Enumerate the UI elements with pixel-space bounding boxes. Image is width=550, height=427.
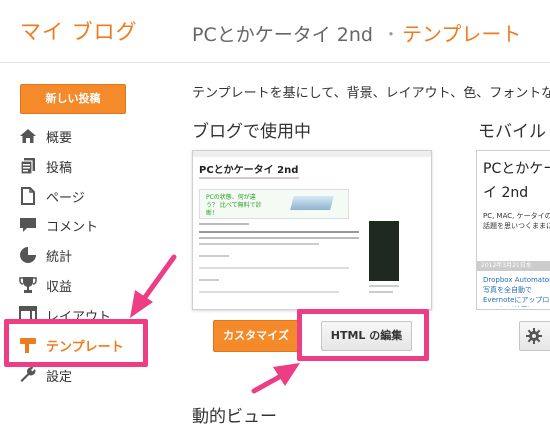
annotation-arrows: [130, 254, 300, 394]
arrow-to-edit-html: [251, 363, 300, 394]
arrow-to-template-nav: [130, 254, 177, 318]
